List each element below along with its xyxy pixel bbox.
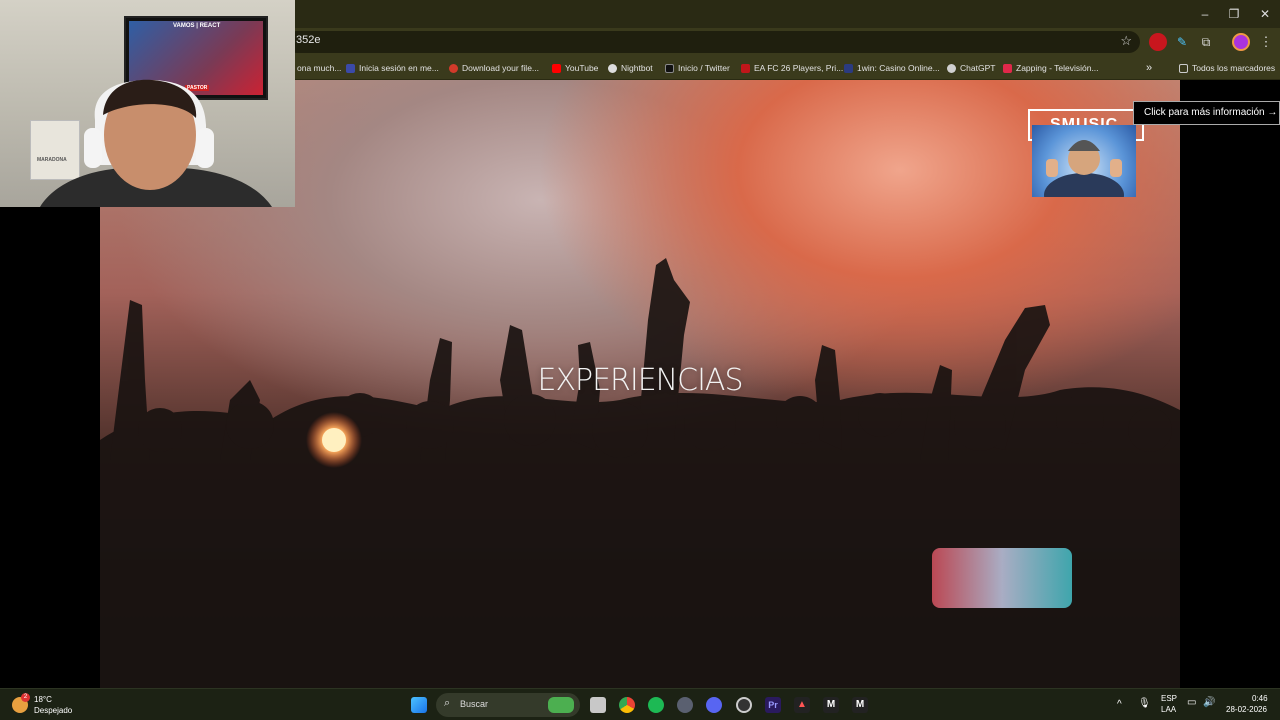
search-icon: ⌕: [444, 697, 451, 709]
bookmark-favicon-icon: [346, 63, 355, 73]
bookmark-label: ona much...: [297, 63, 342, 73]
clock-date[interactable]: 28-02-2026: [1226, 705, 1267, 714]
translate-extension-icon[interactable]: ✎: [1173, 33, 1191, 51]
screen: – ❐ ✕ 352e ☆ ✎ ⧉ ⋮ ona much... Inicia se…: [0, 0, 1280, 720]
address-bar[interactable]: 352e ☆: [286, 31, 1140, 53]
file-explorer-icon[interactable]: [590, 697, 606, 713]
close-button[interactable]: ✕: [1250, 4, 1280, 24]
weather-widget[interactable]: 2 18°C Despejado: [12, 693, 92, 717]
extensions-puzzle-icon[interactable]: ⧉: [1197, 33, 1215, 51]
bookmark-label: Zapping - Televisión...: [1016, 63, 1099, 73]
bookmark-item[interactable]: Zapping - Televisión...: [1003, 61, 1099, 75]
affinity-icon[interactable]: ▲: [794, 697, 810, 713]
language-line-1[interactable]: ESP: [1161, 694, 1177, 703]
volume-icon[interactable]: 🔊: [1203, 697, 1215, 708]
bookmark-item[interactable]: Inicio / Twitter: [665, 61, 730, 75]
chrome-icon[interactable]: [619, 697, 635, 713]
start-windows-icon[interactable]: [411, 697, 427, 713]
bookmark-label: Inicia sesión en me...: [359, 63, 439, 73]
profile-avatar-icon[interactable]: [1232, 33, 1250, 51]
all-bookmarks-label: Todos los marcadores: [1192, 63, 1276, 73]
app-m-icon[interactable]: M: [823, 697, 839, 713]
bookmark-item[interactable]: Inicia sesión en me...: [346, 61, 439, 75]
restore-button[interactable]: ❐: [1219, 4, 1249, 24]
bookmark-label: Inicio / Twitter: [678, 63, 730, 73]
bookmark-label: EA FC 26 Players, Pri...: [754, 63, 844, 73]
bookmark-item[interactable]: EA FC 26 Players, Pri...: [741, 61, 843, 75]
discord-icon[interactable]: [706, 697, 722, 713]
obs-icon[interactable]: [736, 697, 752, 713]
weather-condition-text: Despejado: [34, 706, 73, 715]
taskbar-search[interactable]: ⌕ Buscar: [436, 693, 580, 717]
twitter-x-icon: [665, 63, 674, 73]
bookmark-star-icon[interactable]: ☆: [1120, 33, 1132, 49]
spotify-icon[interactable]: [648, 697, 664, 713]
app-icon[interactable]: [677, 697, 693, 713]
folder-icon: [1179, 63, 1188, 73]
more-info-link[interactable]: Click para más información →: [1133, 101, 1280, 125]
bookmark-label: ChatGPT: [960, 63, 996, 73]
windows-taskbar: 2 18°C Despejado ⌕ Buscar Pr ▲ M M ^ 🎙 E…: [0, 688, 1280, 720]
nightbot-icon: [608, 63, 617, 73]
temperature-text: 18°C: [34, 695, 52, 704]
search-highlight-icon: [548, 697, 574, 713]
url-text: 352e: [296, 34, 321, 46]
main-webcam-overlay: VAMOS | REACT PASTOR MARADONA: [0, 0, 295, 207]
menu-kebab-icon[interactable]: ⋮: [1257, 33, 1275, 51]
casino-icon: [844, 63, 853, 73]
bookmark-item[interactable]: ChatGPT: [947, 61, 995, 75]
app-m2-icon[interactable]: M: [852, 697, 868, 713]
bookmarks-overflow-button[interactable]: »: [1146, 61, 1152, 75]
zapping-icon: [1003, 63, 1012, 73]
microphone-icon[interactable]: 🎙: [1138, 698, 1151, 709]
bookmark-item[interactable]: Download your file...: [449, 61, 539, 75]
bookmark-item[interactable]: 1win: Casino Online...: [844, 61, 940, 75]
tray-overflow-icon[interactable]: ^: [1117, 699, 1122, 710]
bookmark-favicon-icon: [449, 63, 458, 73]
network-icon[interactable]: ▭: [1187, 697, 1196, 708]
all-bookmarks-button[interactable]: Todos los marcadores: [1179, 61, 1275, 75]
small-webcam-overlay: [1032, 125, 1136, 197]
search-placeholder: Buscar: [460, 699, 489, 709]
bookmark-item[interactable]: Nightbot: [608, 61, 653, 75]
clock-time[interactable]: 0:46: [1252, 694, 1268, 703]
bookmark-item[interactable]: ona much...: [297, 61, 341, 75]
bookmark-label: Nightbot: [621, 63, 653, 73]
bookmark-label: 1win: Casino Online...: [857, 63, 940, 73]
chatgpt-icon: [947, 63, 956, 73]
streamer-thumbsup-image: [1044, 140, 1124, 197]
weather-badge: 2: [21, 693, 30, 702]
streamer-image: [40, 79, 272, 207]
bookmark-label: YouTube: [565, 63, 599, 73]
hero-title: EXPERIENCIAS: [537, 363, 743, 398]
bookmark-item[interactable]: YouTube: [552, 61, 598, 75]
youtube-icon: [552, 63, 561, 73]
minimize-button[interactable]: –: [1190, 4, 1220, 24]
extension-icon[interactable]: [1149, 33, 1167, 51]
language-line-2[interactable]: LAA: [1161, 705, 1176, 714]
premiere-pro-icon[interactable]: Pr: [765, 697, 781, 713]
bookmark-label: Download your file...: [462, 63, 540, 73]
ea-icon: [741, 63, 750, 73]
